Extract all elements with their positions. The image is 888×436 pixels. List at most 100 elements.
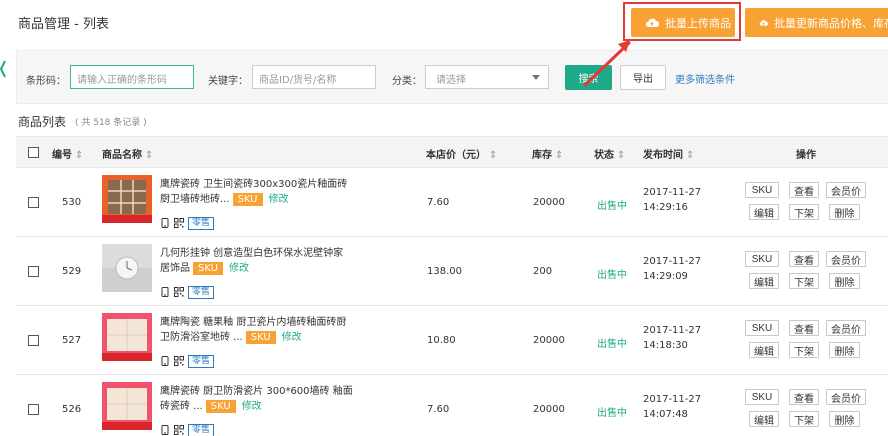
sku-tag[interactable]: SKU [232,193,263,206]
table-row: 530 鹰牌瓷砖 卫生间瓷砖300x300瓷片釉面砖 厨卫墙砖地砖... SKU 修… [16,168,888,237]
sku-button[interactable]: SKU [745,251,779,267]
edit-button[interactable]: 编辑 [749,342,779,358]
category-value: 请选择 [436,75,466,86]
product-name-line1: 鹰牌瓷砖 厨卫防滑瓷片 300*600墙砖 釉面 [160,386,353,397]
edit-button[interactable]: 编辑 [749,273,779,289]
edit-link[interactable]: 修改 [229,263,249,274]
product-name-line1: 鹰牌陶瓷 糖果釉 厨卫瓷片内墙砖釉面砖厨 [160,317,347,328]
product-icons: 零售 [160,285,215,299]
product-price: 138.00 [427,266,462,277]
edit-link[interactable]: 修改 [242,401,262,412]
product-price: 7.60 [427,404,450,415]
product-thumbnail[interactable] [102,313,152,361]
table-header: 编号 ⇕ 商品名称 ⇕ 本店价（元） ⇕ 库存 ⇕ 状态 ⇕ 发布时间 ⇕ 操作 [16,136,888,168]
sort-icon: ⇕ [145,150,154,161]
col-status[interactable]: 状态 ⇕ [594,146,625,161]
status-badge: 出售中 [597,201,627,212]
member-price-button[interactable]: 会员价 [826,320,866,336]
view-button[interactable]: 查看 [789,182,819,198]
qrcode-icon[interactable] [174,356,184,366]
export-button[interactable]: 导出 [620,65,666,90]
select-all-checkbox[interactable] [28,147,39,158]
publish-time: 14:29:16 [643,202,688,213]
more-filters-link[interactable]: 更多筛选条件 [675,71,735,86]
product-name[interactable]: 鹰牌瓷砖 卫生间瓷砖300x300瓷片釉面砖 厨卫墙砖地砖... SKU 修改 [160,177,360,207]
qrcode-icon[interactable] [174,218,184,228]
mobile-icon[interactable] [160,287,170,297]
product-name[interactable]: 鹰牌陶瓷 糖果釉 厨卫瓷片内墙砖釉面砖厨 卫防滑浴室地砖 ... SKU 修改 [160,315,360,345]
publish-time: 14:07:48 [643,409,688,420]
offshelf-button[interactable]: 下架 [789,411,819,427]
bulk-upload-button[interactable]: 批量上传商品 [631,8,735,37]
cloud-upload-icon [759,19,768,26]
product-stock: 20000 [533,335,565,346]
col-time[interactable]: 发布时间 ⇕ [643,146,694,161]
product-thumbnail[interactable] [102,382,152,430]
delete-button[interactable]: 删除 [829,273,860,289]
offshelf-button[interactable]: 下架 [789,342,819,358]
delete-button[interactable]: 删除 [829,411,860,427]
sku-button[interactable]: SKU [745,389,779,405]
cloud-upload-icon [645,18,659,27]
col-name[interactable]: 商品名称 ⇕ [102,146,153,161]
row-checkbox[interactable] [28,266,39,277]
product-name-line2: 砖瓷砖 ... [160,401,203,412]
bulk-update-button[interactable]: 批量更新商品价格、库存 [745,8,888,37]
sku-button[interactable]: SKU [745,182,779,198]
row-checkbox[interactable] [28,197,39,208]
category-label: 分类： [392,76,422,87]
mobile-icon[interactable] [160,425,170,435]
product-icons: 零售 [160,423,215,436]
product-id: 526 [62,404,82,415]
col-stock[interactable]: 库存 ⇕ [532,146,563,161]
product-icons: 零售 [160,354,215,368]
member-price-button[interactable]: 会员价 [826,389,866,405]
product-id: 529 [62,266,82,277]
view-button[interactable]: 查看 [789,389,819,405]
sku-button[interactable]: SKU [745,320,779,336]
search-button[interactable]: 搜索 [565,65,612,90]
row-checkbox[interactable] [28,335,39,346]
mobile-icon[interactable] [160,356,170,366]
view-button[interactable]: 查看 [789,320,819,336]
member-price-button[interactable]: 会员价 [826,182,866,198]
edit-button[interactable]: 编辑 [749,411,779,427]
edit-button[interactable]: 编辑 [749,204,779,220]
category-select[interactable]: 请选择 [425,65,549,89]
view-button[interactable]: 查看 [789,251,819,267]
delete-button[interactable]: 删除 [829,342,860,358]
retail-tag: 零售 [188,423,215,436]
product-thumbnail[interactable] [102,175,152,223]
product-name[interactable]: 几何形挂钟 创意造型白色环保水泥壁钟家 居饰品 SKU 修改 [160,246,360,276]
delete-button[interactable]: 删除 [829,204,860,220]
product-name-line2: 卫防滑浴室地砖 ... [160,332,243,343]
edit-link[interactable]: 修改 [269,194,289,205]
collapse-chevron-icon[interactable] [0,58,6,80]
col-ops: 操作 [796,150,816,161]
product-thumbnail[interactable] [102,244,152,292]
publish-date: 2017-11-27 [643,187,702,198]
sku-tag[interactable]: SKU [205,400,236,413]
qrcode-icon[interactable] [174,287,184,297]
qrcode-icon[interactable] [174,425,184,435]
row-checkbox[interactable] [28,404,39,415]
offshelf-button[interactable]: 下架 [789,204,819,220]
edit-link[interactable]: 修改 [282,332,302,343]
barcode-input[interactable]: 请输入正确的条形码 [70,65,194,89]
mobile-icon[interactable] [160,218,170,228]
sku-tag[interactable]: SKU [193,262,223,275]
table-row: 526 鹰牌瓷砖 厨卫防滑瓷片 300*600墙砖 釉面 砖瓷砖 ... SKU 修… [16,375,888,436]
keyword-label: 关键字： [208,76,248,87]
offshelf-button[interactable]: 下架 [789,273,819,289]
publish-date: 2017-11-27 [643,256,702,267]
retail-tag: 零售 [188,354,215,368]
product-name[interactable]: 鹰牌瓷砖 厨卫防滑瓷片 300*600墙砖 釉面 砖瓷砖 ... SKU 修改 [160,384,360,414]
retail-tag: 零售 [188,216,215,230]
col-price[interactable]: 本店价（元） ⇕ [426,146,497,161]
keyword-input[interactable]: 商品ID/货号/名称 [252,65,376,89]
col-id[interactable]: 编号 ⇕ [52,146,83,161]
sku-tag[interactable]: SKU [245,331,276,344]
status-badge: 出售中 [597,408,627,419]
product-table: 编号 ⇕ 商品名称 ⇕ 本店价（元） ⇕ 库存 ⇕ 状态 ⇕ 发布时间 ⇕ 操作 530 鹰… [16,136,888,436]
member-price-button[interactable]: 会员价 [826,251,866,267]
